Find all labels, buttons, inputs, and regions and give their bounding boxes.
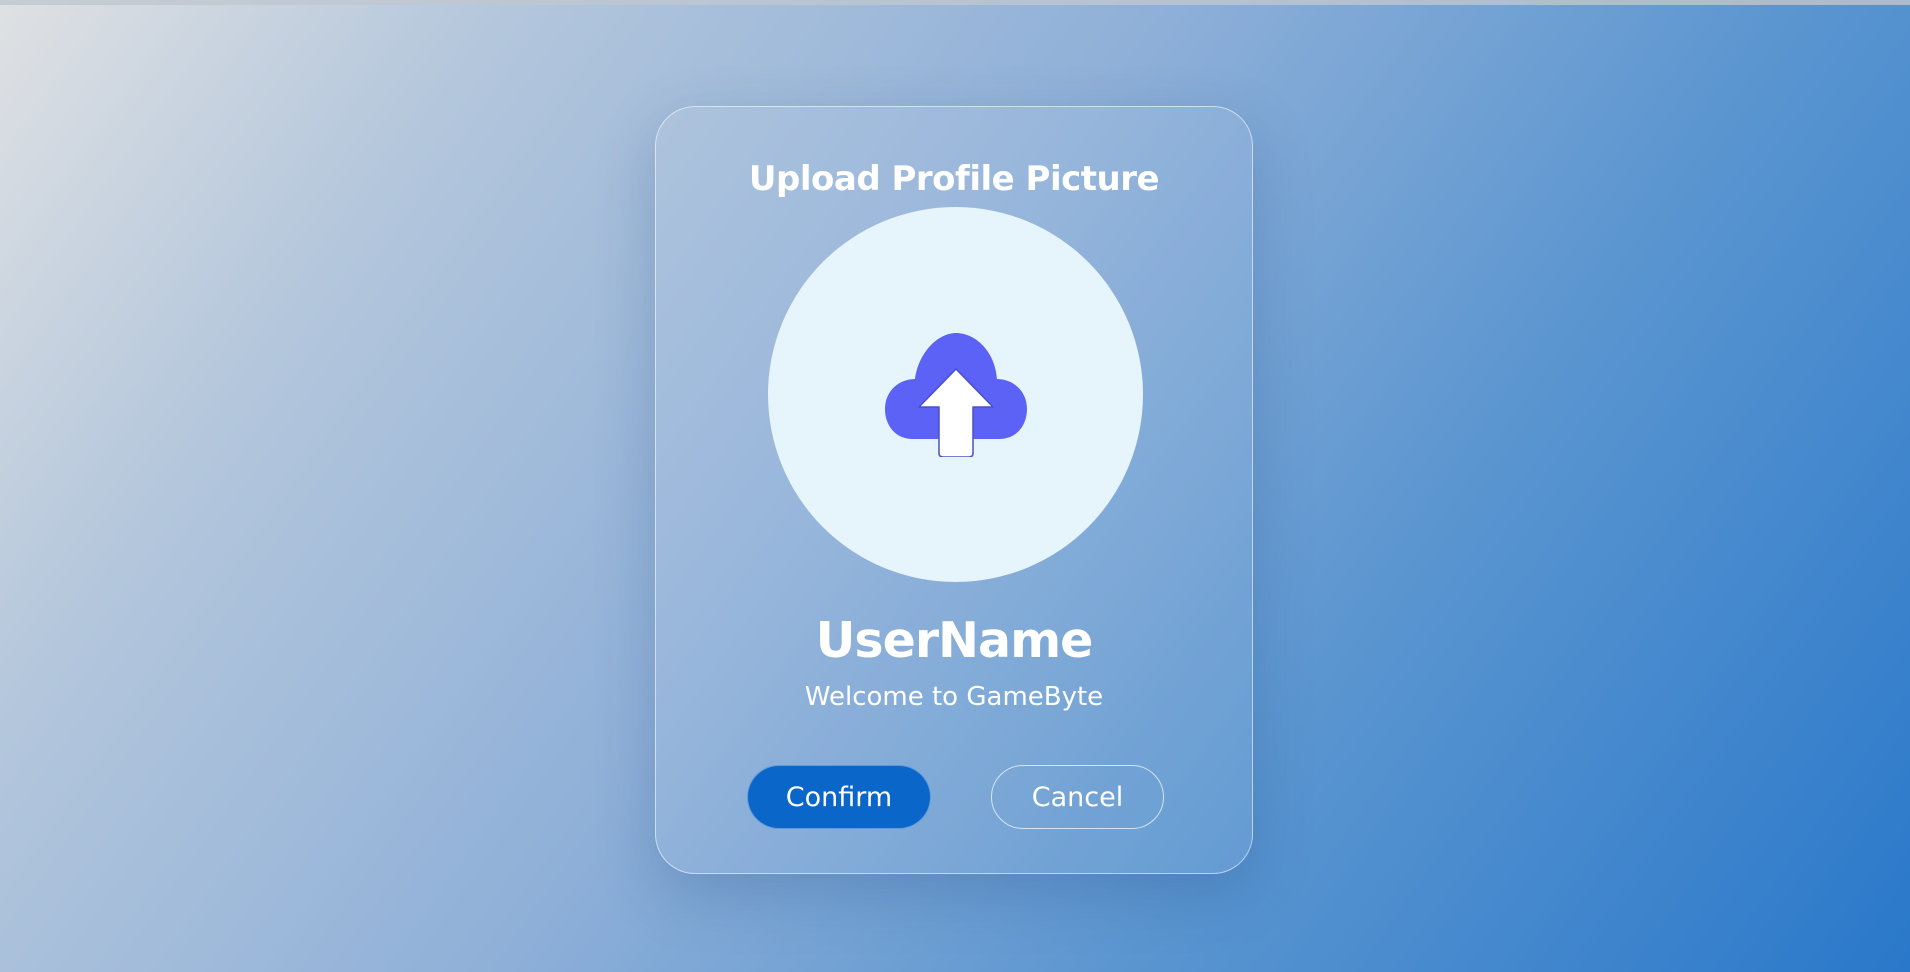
window-top-edge <box>0 0 1910 5</box>
welcome-message: Welcome to GameByte <box>804 682 1104 712</box>
cancel-button[interactable]: Cancel <box>991 765 1164 829</box>
cloud-upload-icon <box>885 333 1027 457</box>
upload-profile-card: Upload Profile Picture UserName Welcome … <box>655 106 1253 874</box>
card-title: Upload Profile Picture <box>748 159 1160 199</box>
confirm-button[interactable]: Confirm <box>747 765 931 829</box>
username: UserName <box>815 612 1094 669</box>
profile-picture-dropzone[interactable] <box>768 207 1143 582</box>
